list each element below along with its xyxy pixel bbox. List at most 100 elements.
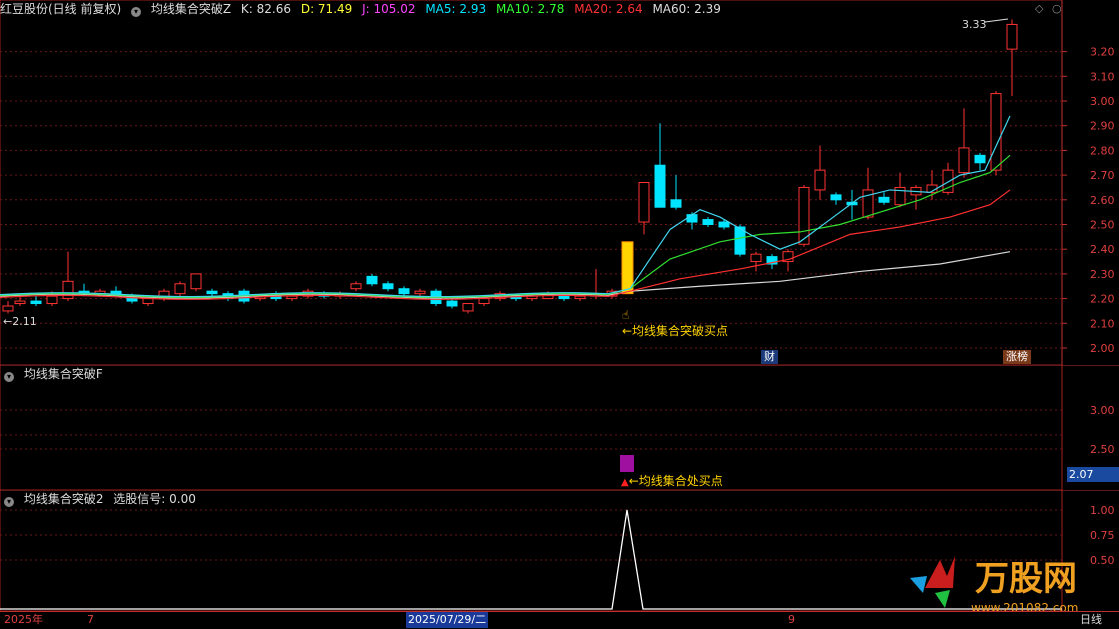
candle-body: [30, 300, 42, 305]
candle-body: [878, 196, 890, 203]
dropdown-icon[interactable]: ▾: [4, 497, 14, 507]
candle-body: [558, 295, 570, 300]
timeline-period[interactable]: 日线: [1080, 612, 1102, 628]
ma10-line: [0, 154, 1011, 298]
high-marker-line: [984, 18, 1009, 23]
timeline-cursor-date[interactable]: 2025/07/29/二: [406, 612, 489, 628]
ma10-value: MA10: 2.78: [495, 2, 565, 16]
ma5-line: [0, 115, 1011, 298]
candle-body: [414, 290, 426, 295]
ma20-value: MA20: 2.64: [574, 2, 643, 16]
dropdown-icon[interactable]: ▾: [131, 7, 142, 17]
candle-body: [366, 275, 378, 285]
high-price-label: 3.33: [962, 18, 987, 31]
brand-logo: 万股网 www.201082.com: [910, 556, 1078, 615]
price-tick-label: 2.80: [1090, 144, 1115, 157]
ma20-line: [0, 189, 1011, 300]
brand-text: 万股网: [975, 559, 1077, 599]
k-value: K: 82.66: [240, 2, 291, 16]
indicator-2-tick-label: 1.00: [1090, 504, 1115, 517]
candle-body: [2, 305, 14, 312]
ma60-line: [0, 251, 1011, 299]
stock-name[interactable]: 红豆股份(日线 前复权): [0, 2, 121, 16]
main-header: 红豆股份(日线 前复权) ▾ 均线集合突破Z K: 82.66 D: 71.49…: [0, 0, 727, 18]
price-tick-label: 3.00: [1090, 95, 1115, 108]
indicator-2-tick-label: 0.75: [1090, 529, 1115, 542]
price-tick-label: 2.10: [1090, 317, 1115, 330]
dropdown-icon[interactable]: ▾: [4, 372, 14, 382]
price-tick-label: 3.10: [1090, 70, 1115, 83]
indicator-pane-f[interactable]: 3.00 2.50 ▾ 均线集合突破F 2.07 ▲←均线集合处买点: [0, 365, 1119, 490]
time-axis[interactable]: 2025年 7 2025/07/29/二 9 日线: [0, 611, 1119, 629]
candle-body: [702, 219, 714, 225]
price-tick-label: 3.20: [1090, 46, 1115, 59]
breakout-annotation-text: ←均线集合突破买点: [622, 324, 729, 338]
indicator-f-chart[interactable]: 3.00 2.50: [0, 365, 1119, 490]
ma60-value: MA60: 2.39: [652, 2, 721, 16]
breakout-annotation: ☝ ←均线集合突破买点: [622, 308, 728, 339]
candle-body: [638, 182, 650, 223]
indicator-f-tick-label: 3.00: [1090, 404, 1115, 417]
candle-body: [654, 164, 666, 208]
price-tick-label: 2.30: [1090, 268, 1115, 281]
candle-body: [382, 283, 394, 290]
candle-body: [286, 295, 298, 300]
main-chart-pane[interactable]: 3.20 3.10 3.00 2.90 2.80 2.70 2.60 2.50 2.40 2.30…: [0, 0, 1119, 365]
indicator-f-tick-label: 2.50: [1090, 443, 1115, 456]
candle-body: [206, 290, 218, 295]
candle-body: [462, 303, 474, 312]
price-tick-label: 2.90: [1090, 120, 1115, 133]
price-tick-label: 2.60: [1090, 194, 1115, 207]
candle-body: [46, 295, 58, 305]
indicator-f-value-box: 2.07: [1067, 467, 1119, 482]
candlestick-chart[interactable]: 3.20 3.10 3.00 2.90 2.80 2.70 2.60 2.50 2.40 2.30…: [0, 0, 1119, 365]
up-triangle-icon: ▲: [621, 477, 629, 488]
indicator-2-header: ▾ 均线集合突破2 选股信号: 0.00: [0, 490, 202, 508]
candle-body: [830, 194, 842, 201]
ma5-value: MA5: 2.93: [425, 2, 487, 16]
settings-circle-icon[interactable]: ○: [1052, 2, 1062, 15]
low-price-label: ←2.11: [3, 315, 37, 328]
signal-bar: [620, 455, 634, 472]
indicator-name[interactable]: 均线集合突破Z: [151, 2, 231, 16]
price-tick-label: 2.50: [1090, 219, 1115, 232]
indicator-f-annotation-text: ←均线集合处买点: [628, 474, 723, 488]
d-value: D: 71.49: [300, 2, 353, 16]
candle-body: [174, 283, 186, 295]
candle-body: [478, 298, 490, 305]
main-frame: [0, 0, 1063, 365]
hand-pointer-icon: ☝: [622, 308, 630, 322]
finance-badge[interactable]: 财: [761, 350, 778, 364]
indicator-f-header: ▾ 均线集合突破F: [0, 365, 109, 383]
j-value: J: 105.02: [362, 2, 416, 16]
price-tick-label: 2.40: [1090, 243, 1115, 256]
timeline-month-9: 9: [788, 613, 795, 626]
candle-body: [350, 283, 362, 290]
candle-body: [990, 93, 1002, 171]
candle-body: [750, 253, 762, 263]
timeline-year: 2025年: [4, 613, 43, 626]
candle-body: [190, 273, 202, 290]
candle-body: [974, 154, 986, 164]
candle-body: [686, 214, 698, 223]
price-tick-label: 2.20: [1090, 293, 1115, 306]
indicator-f-annotation: ▲←均线集合处买点: [621, 472, 723, 489]
selection-signal: 选股信号: 0.00: [113, 492, 196, 506]
candle-body: [142, 298, 154, 305]
candle-body: [1006, 23, 1018, 50]
candle-body: [718, 221, 730, 228]
candle-body: [110, 290, 122, 295]
indicator-2-title[interactable]: 均线集合突破2: [24, 492, 104, 506]
candle-body: [398, 288, 410, 295]
candle-body: [14, 300, 26, 305]
settings-diamond-icon[interactable]: ◇: [1035, 2, 1043, 15]
sub2-frame: [0, 490, 1063, 611]
candle-body: [814, 169, 826, 191]
indicator-f-title[interactable]: 均线集合突破F: [24, 367, 103, 381]
candle-body: [574, 295, 586, 300]
candle-body: [670, 199, 682, 208]
candle-body: [958, 147, 970, 174]
price-tick-label: 2.00: [1090, 342, 1115, 355]
top-gainer-badge[interactable]: 涨榜: [1003, 350, 1031, 364]
price-tick-label: 2.70: [1090, 169, 1115, 182]
